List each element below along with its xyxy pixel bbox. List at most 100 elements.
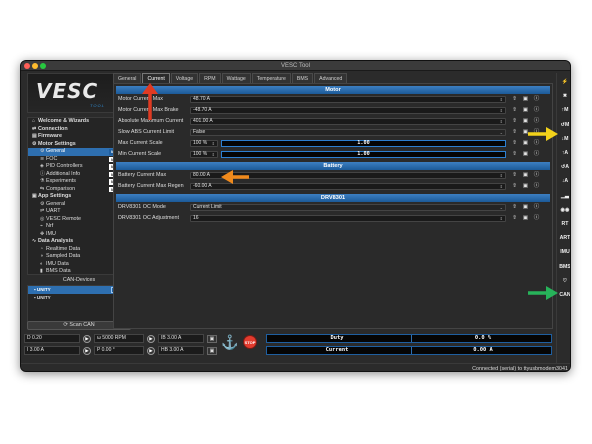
duty-input[interactable]: D 0.20: [24, 334, 80, 343]
read-value-icon[interactable]: ⇧: [510, 203, 519, 211]
read-motor-config-icon[interactable]: ↑M: [558, 105, 570, 116]
help-icon[interactable]: ⓘ: [532, 182, 541, 190]
section-header: DRV8301: [116, 194, 550, 202]
read-default-app-icon[interactable]: ↺A: [558, 162, 570, 173]
dropdown-arrow-icon[interactable]: ⌄: [500, 205, 503, 211]
scale-slider[interactable]: 1.00: [221, 150, 506, 158]
read-value-icon[interactable]: ⇧: [510, 171, 519, 179]
read-value-icon[interactable]: ⇧: [510, 128, 519, 136]
disconnect-icon[interactable]: ✖: [558, 91, 570, 102]
right-toolbar: ⚡ ✖ ↑M ↺M ↓M ↑A ↺A ↓A ▁▃ ◉◉ RT ART IMU BMS ♡ CAN: [556, 73, 570, 363]
anchor-icon[interactable]: ⚓: [221, 333, 238, 351]
can-fwd-icon[interactable]: CAN: [558, 290, 570, 301]
spin-arrows-icon[interactable]: ⇕: [500, 216, 503, 222]
help-icon[interactable]: ⓘ: [532, 95, 541, 103]
connect-icon[interactable]: ⚡: [558, 77, 570, 88]
read-value-icon[interactable]: ⇧: [510, 106, 519, 114]
read-value-icon[interactable]: ⇧: [510, 150, 519, 158]
tab-advanced[interactable]: Advanced: [314, 73, 348, 83]
help-icon[interactable]: ⓘ: [532, 150, 541, 158]
read-default-icon[interactable]: ▣: [521, 106, 530, 114]
read-value-icon[interactable]: ⇧: [510, 214, 519, 222]
spin-arrows-icon[interactable]: ⇕: [500, 119, 503, 125]
parameter-value-input[interactable]: -48.70 A ⇕: [190, 106, 506, 114]
help-icon[interactable]: ⓘ: [532, 214, 541, 222]
read-default-icon[interactable]: ▣: [521, 117, 530, 125]
imu-icon[interactable]: IMU: [558, 247, 570, 258]
read-default-icon[interactable]: ▣: [521, 214, 530, 222]
tab-rpm[interactable]: RPM: [199, 73, 221, 83]
read-default-icon[interactable]: ▣: [521, 150, 530, 158]
parameter-value: 16: [193, 214, 199, 221]
parameter-value-input[interactable]: Current Limit ⌄: [190, 203, 506, 211]
spin-arrows-icon[interactable]: ⇕: [500, 97, 503, 103]
handbrake-input[interactable]: HB 3.00 A: [158, 346, 204, 355]
parameter-buttons: ⇧ ▣ ⓘ: [510, 182, 543, 190]
camera-icon[interactable]: ▣: [207, 346, 217, 355]
apply-rpm-button[interactable]: ▶: [147, 334, 155, 343]
parameter-value-input[interactable]: False ⌄: [190, 128, 506, 136]
parameter-buttons: ⇧ ▣ ⓘ: [510, 203, 543, 211]
read-value-icon[interactable]: ⇧: [510, 139, 519, 147]
spin-arrows-icon[interactable]: ⇕: [500, 108, 503, 114]
spin-arrows-icon[interactable]: ⇕: [500, 184, 503, 190]
parameter-value-input[interactable]: 401.00 A ⇕: [190, 117, 506, 125]
dropdown-arrow-icon[interactable]: ⌄: [500, 130, 503, 136]
heart-icon[interactable]: ♡: [558, 276, 570, 287]
camera-icon[interactable]: ▣: [207, 334, 217, 343]
read-default-icon[interactable]: ▣: [521, 182, 530, 190]
apply-position-button[interactable]: ▶: [147, 346, 155, 355]
parameter-value-input[interactable]: 100 % ⇕: [190, 150, 218, 158]
parameter-value-input[interactable]: 100 % ⇕: [190, 139, 218, 147]
tab-general[interactable]: General: [113, 73, 142, 83]
tab-wattage[interactable]: Wattage: [221, 73, 251, 83]
position-input[interactable]: P 0.00 °: [94, 346, 144, 355]
spin-arrows-icon[interactable]: ⇕: [212, 152, 215, 158]
apply-duty-button[interactable]: ▶: [83, 334, 91, 343]
parameter-value-input[interactable]: 16 ⇕: [190, 214, 506, 222]
help-icon[interactable]: ⓘ: [532, 117, 541, 125]
parameter-label: Min Current Scale: [118, 151, 162, 157]
nav-item-label: Motor Settings: [38, 140, 76, 147]
tab-voltage[interactable]: Voltage: [170, 73, 199, 83]
help-icon[interactable]: ⓘ: [532, 171, 541, 179]
current-input[interactable]: I 3.00 A: [24, 346, 80, 355]
rpm-input[interactable]: ω 5000 RPM: [94, 334, 144, 343]
read-value-icon[interactable]: ⇧: [510, 182, 519, 190]
duty-meter: Duty 0.0 %: [266, 334, 552, 343]
parameter-value-input[interactable]: 48.70 A ⇕: [190, 95, 506, 103]
parameter-row: Motor Current Max 48.70 A ⇕ ⇧ ▣ ⓘ: [116, 95, 550, 103]
nav-item-label: FOC: [46, 155, 58, 162]
scale-slider[interactable]: 1.00: [221, 139, 506, 147]
help-icon[interactable]: ⓘ: [532, 203, 541, 211]
read-default-icon[interactable]: ▣: [521, 203, 530, 211]
spin-arrows-icon[interactable]: ⇕: [500, 173, 503, 179]
help-icon[interactable]: ⓘ: [532, 106, 541, 114]
spin-arrows-icon[interactable]: ⇕: [212, 141, 215, 147]
parameter-label: Battery Current Max: [118, 172, 167, 178]
read-app-config-icon[interactable]: ↑A: [558, 148, 570, 159]
read-default-icon[interactable]: ▣: [521, 171, 530, 179]
nav-item-label: Sampled Data: [46, 253, 81, 259]
tab-bms[interactable]: BMS: [291, 73, 314, 83]
gamepad-icon[interactable]: ◉◉: [558, 205, 570, 216]
nav-item-label: IMU: [46, 230, 56, 237]
read-default-icon[interactable]: ▣: [521, 95, 530, 103]
bms-icon[interactable]: BMS: [558, 262, 570, 273]
read-default-motor-icon[interactable]: ↺M: [558, 120, 570, 131]
write-app-config-icon[interactable]: ↓A: [558, 176, 570, 187]
parameter-value: -48.70 A: [193, 106, 212, 113]
title-bar: VESC Tool: [21, 61, 570, 71]
apply-current-button[interactable]: ▶: [83, 346, 91, 355]
stop-button[interactable]: STOP: [243, 335, 257, 349]
chart-icon[interactable]: ▁▃: [558, 191, 570, 202]
tab-temperature[interactable]: Temperature: [251, 73, 291, 83]
read-value-icon[interactable]: ⇧: [510, 95, 519, 103]
write-motor-config-icon[interactable]: ↓M: [558, 134, 570, 145]
rt-data-icon[interactable]: RT: [558, 219, 570, 230]
brake-current-input[interactable]: IB 3.00 A: [158, 334, 204, 343]
orange-arrow-annotation: [221, 170, 249, 184]
app-rt-data-icon[interactable]: ART: [558, 233, 570, 244]
read-value-icon[interactable]: ⇧: [510, 117, 519, 125]
nav-item-label: Welcome & Wizards: [38, 118, 90, 124]
